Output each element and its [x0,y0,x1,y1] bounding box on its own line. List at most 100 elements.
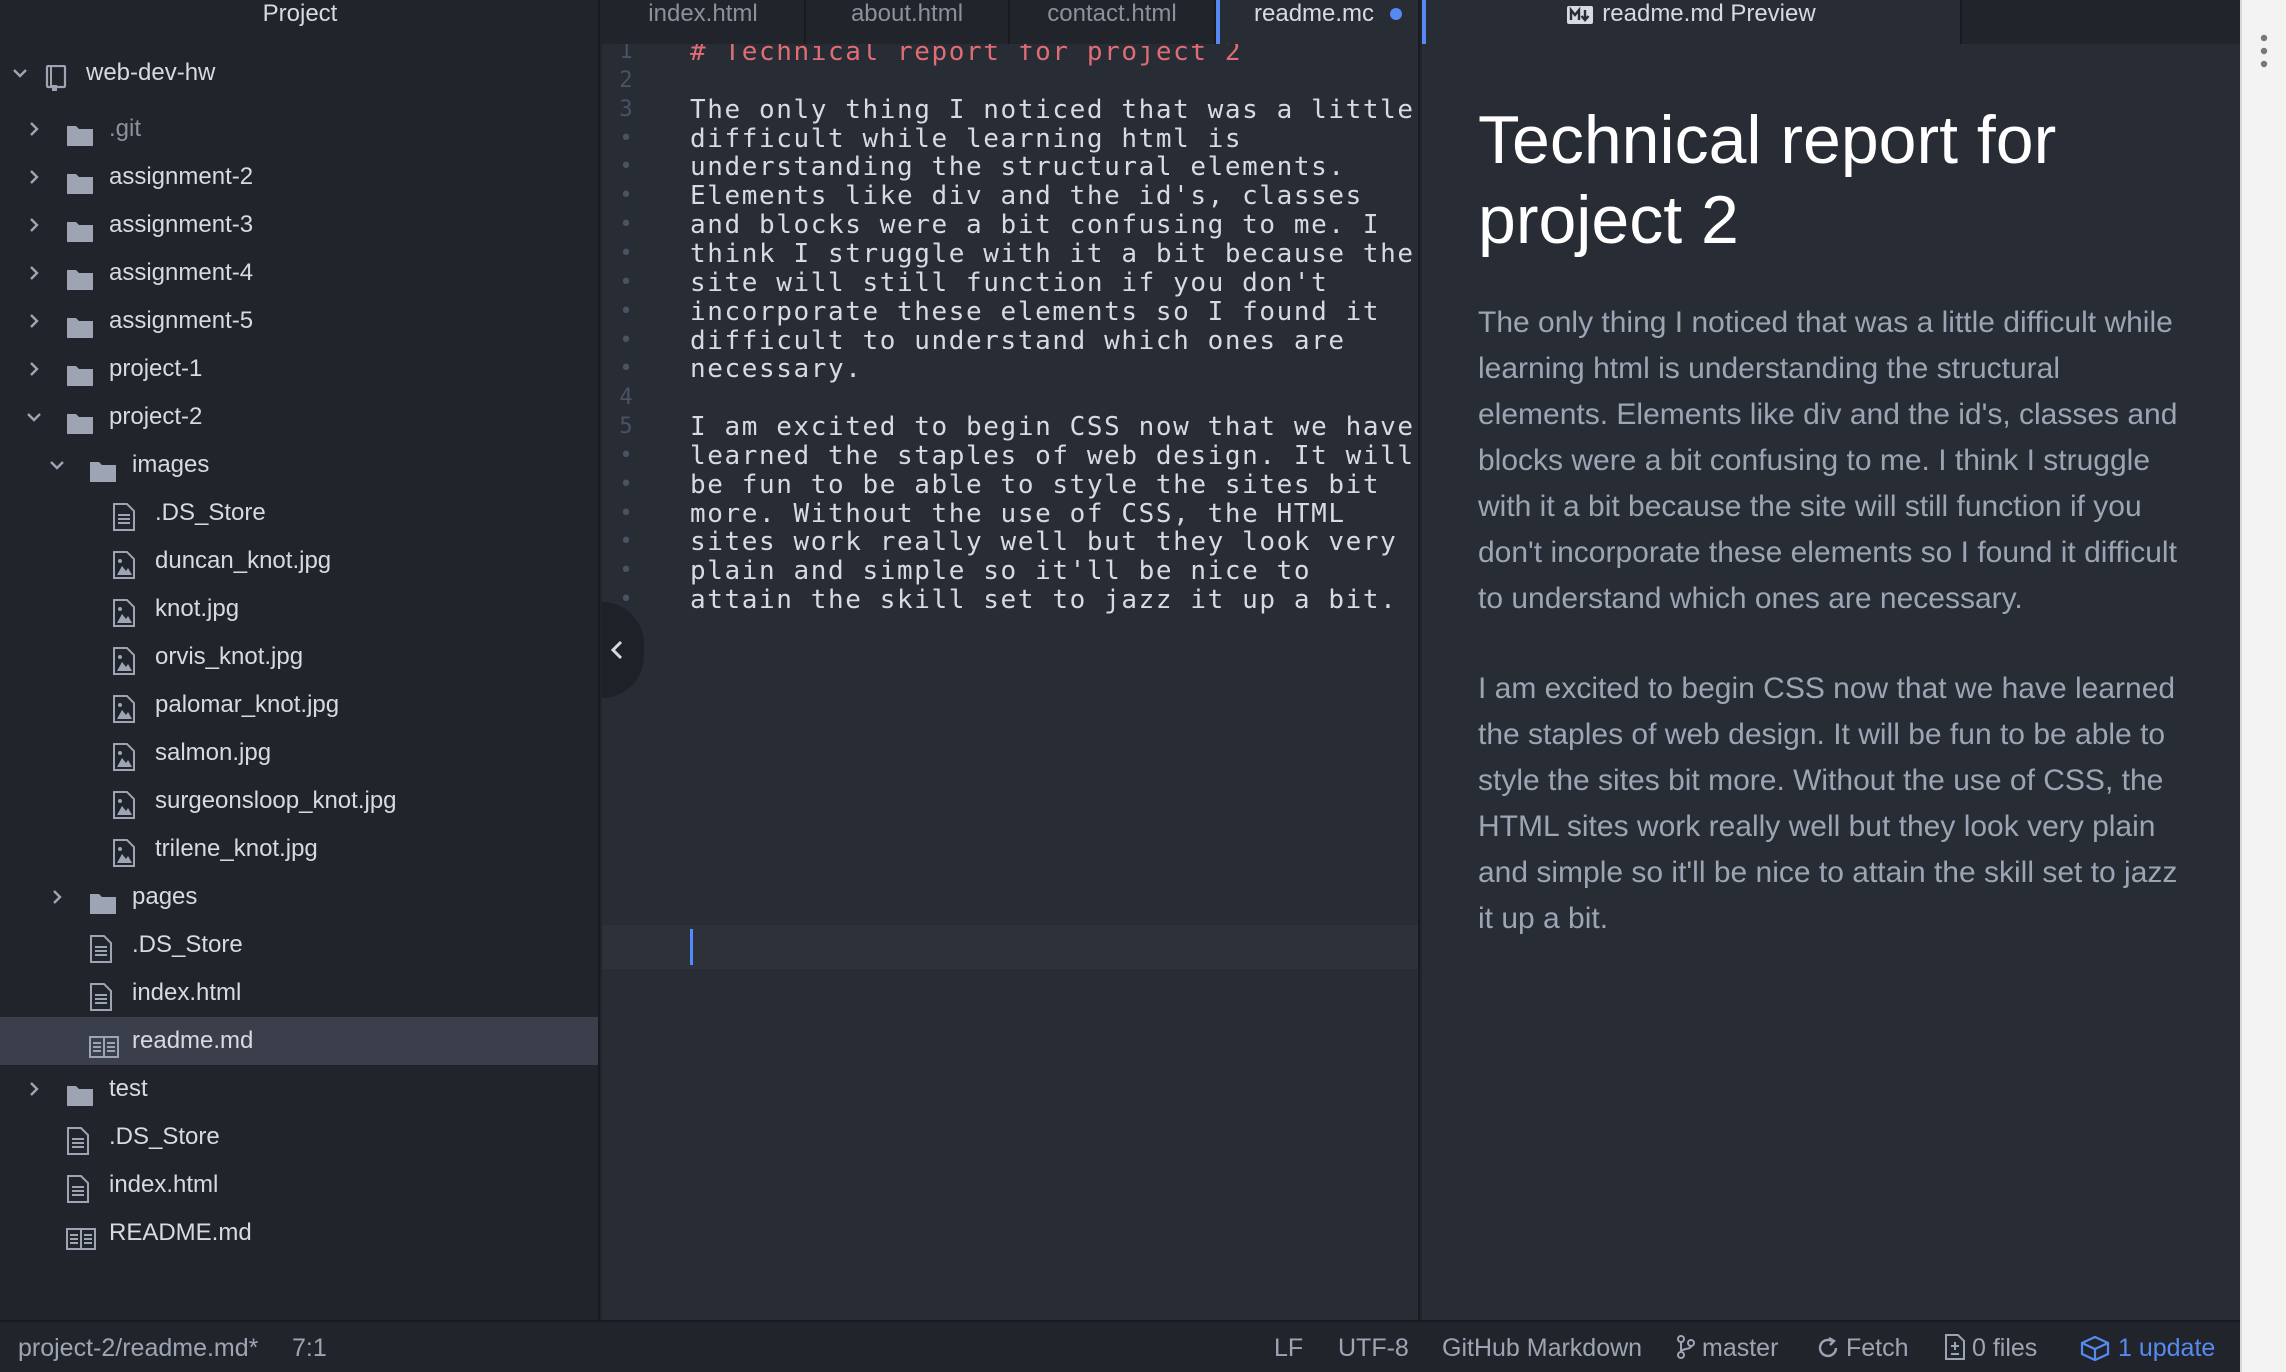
tree-item-label: assignment-4 [109,259,254,286]
status-updates[interactable]: 1 update [2080,1322,2215,1372]
tree-folder-item[interactable]: assignment-3 [0,201,598,249]
tree-file-item[interactable]: .DS_Store [0,921,598,969]
line-number: • [619,270,633,295]
branch-label: master [1702,1334,1779,1362]
tab-contact-html[interactable]: contact.html [1010,0,1216,44]
tree-folder-item[interactable]: pages [0,873,598,921]
tree-folder-item[interactable]: images [0,441,598,489]
tree-folder-item[interactable]: project-1 [0,345,598,393]
file-markdown-icon [89,1028,119,1058]
tree-file-item[interactable]: readme.md [0,1017,598,1065]
code-line: Elements like div and the id's, classes [690,181,1363,211]
line-number: • [619,126,633,151]
status-grammar[interactable]: GitHub Markdown [1442,1322,1642,1372]
file-image-icon [112,740,140,771]
tree-item-label: index.html [109,1171,219,1198]
chevron-right-icon[interactable] [24,201,44,249]
status-file-path[interactable]: project-2/readme.md* [18,1322,258,1372]
code-line: I am excited to begin CSS now that we ha… [690,412,1415,442]
diff-file-icon [1945,1334,1965,1360]
line-number: • [619,472,633,497]
tree-file-item[interactable]: index.html [0,969,598,1017]
chevron-right-icon[interactable] [24,345,44,393]
file-text-icon [112,500,140,531]
tree-item-label: assignment-3 [109,211,254,238]
tree-file-item[interactable]: surgeonsloop_knot.jpg [0,777,598,825]
chevron-right-icon[interactable] [24,1065,44,1113]
tree-file-item[interactable]: salmon.jpg [0,729,598,777]
tab-readme-md[interactable]: readme.mc [1216,0,1420,44]
tree-folder-item[interactable]: project-2 [0,393,598,441]
tree-folder-item[interactable]: assignment-5 [0,297,598,345]
more-options-icon[interactable] [2260,34,2268,68]
line-number: • [619,212,633,237]
code-line: think I struggle with it a bit because t… [690,239,1415,269]
tree-file-item[interactable]: orvis_knot.jpg [0,633,598,681]
tree-file-item[interactable]: trilene_knot.jpg [0,825,598,873]
file-markdown-icon [66,1220,96,1250]
file-image-icon [112,692,140,723]
tree-item-label: duncan_knot.jpg [155,547,332,574]
tree-item-label: readme.md [132,1027,254,1054]
modified-indicator-icon[interactable] [1390,8,1402,20]
code-line: be fun to be able to style the sites bit [690,470,1381,500]
folder-icon [66,1076,94,1106]
chevron-down-icon [10,49,30,97]
chevron-right-icon[interactable] [47,873,67,921]
tree-item-label: surgeonsloop_knot.jpg [155,787,397,814]
file-text-icon [89,932,117,963]
markdown-preview[interactable]: Technical report for project 2 The only … [1422,44,2240,1320]
status-fetch[interactable]: Fetch [1816,1322,1909,1372]
preview-heading: Technical report for project 2 [1478,102,2057,258]
tree-file-item[interactable]: README.md [0,1209,598,1257]
tree-folder-item[interactable]: test [0,1065,598,1113]
folder-icon [66,404,94,434]
tree-item-label: .DS_Store [109,1123,220,1150]
tab-index-html[interactable]: index.html [602,0,806,44]
chevron-down-icon[interactable] [24,393,44,441]
tree-folder-item[interactable]: .git [0,105,598,153]
chevron-right-icon[interactable] [24,153,44,201]
tree-file-item[interactable]: knot.jpg [0,585,598,633]
tree-root-project[interactable]: web-dev-hw [0,49,598,97]
file-image-icon [112,644,140,675]
folder-icon [89,884,117,914]
text-editor[interactable]: 123•••••••••45••••••67 # Technical repor… [602,44,1420,1320]
code-line: attain the skill set to jazz it up a bit… [690,585,1398,615]
tree-item-label: .DS_Store [132,931,243,958]
tree-file-item[interactable]: index.html [0,1161,598,1209]
code-line: difficult while learning html is [690,124,1243,154]
code-line: difficult to understand which ones are [690,326,1346,356]
tab-bar: index.html about.html contact.html readm… [602,0,2240,44]
tree-item-label: knot.jpg [155,595,240,622]
tree-file-item[interactable]: duncan_knot.jpg [0,537,598,585]
status-encoding[interactable]: UTF-8 [1338,1322,1409,1372]
chevron-down-icon[interactable] [47,441,67,489]
status-cursor-position[interactable]: 7:1 [292,1322,327,1372]
chevron-right-icon[interactable] [24,249,44,297]
status-branch[interactable]: master [1676,1322,1778,1372]
tab-readme-preview[interactable]: readme.md Preview [1422,0,1962,44]
file-text-icon [66,1172,94,1203]
status-line-ending[interactable]: LF [1274,1322,1303,1372]
tree-file-item[interactable]: palomar_knot.jpg [0,681,598,729]
line-number: 3 [619,97,633,122]
file-image-icon [112,836,140,867]
tree-item-label: trilene_knot.jpg [155,835,318,862]
tree-folder-item[interactable]: assignment-4 [0,249,598,297]
tree-folder-item[interactable]: assignment-2 [0,153,598,201]
tree-view-title[interactable]: Project [0,0,600,28]
tree-file-item[interactable]: .DS_Store [0,489,598,537]
tree-file-item[interactable]: .DS_Store [0,1113,598,1161]
status-github-files[interactable]: 0 files [1944,1322,2037,1372]
chevron-right-icon[interactable] [24,105,44,153]
chevron-left-icon [610,640,623,660]
code-line: necessary. [690,354,863,384]
tab-about-html[interactable]: about.html [806,0,1010,44]
chevron-right-icon[interactable] [24,297,44,345]
tree-view: Project web-dev-hw .git assignment-2 assig… [0,0,600,1320]
tree-item-label: orvis_knot.jpg [155,643,304,670]
tree-item-label: test [109,1075,148,1102]
tree-item-label: index.html [132,979,242,1006]
tab-label: contact.html [1047,0,1177,27]
